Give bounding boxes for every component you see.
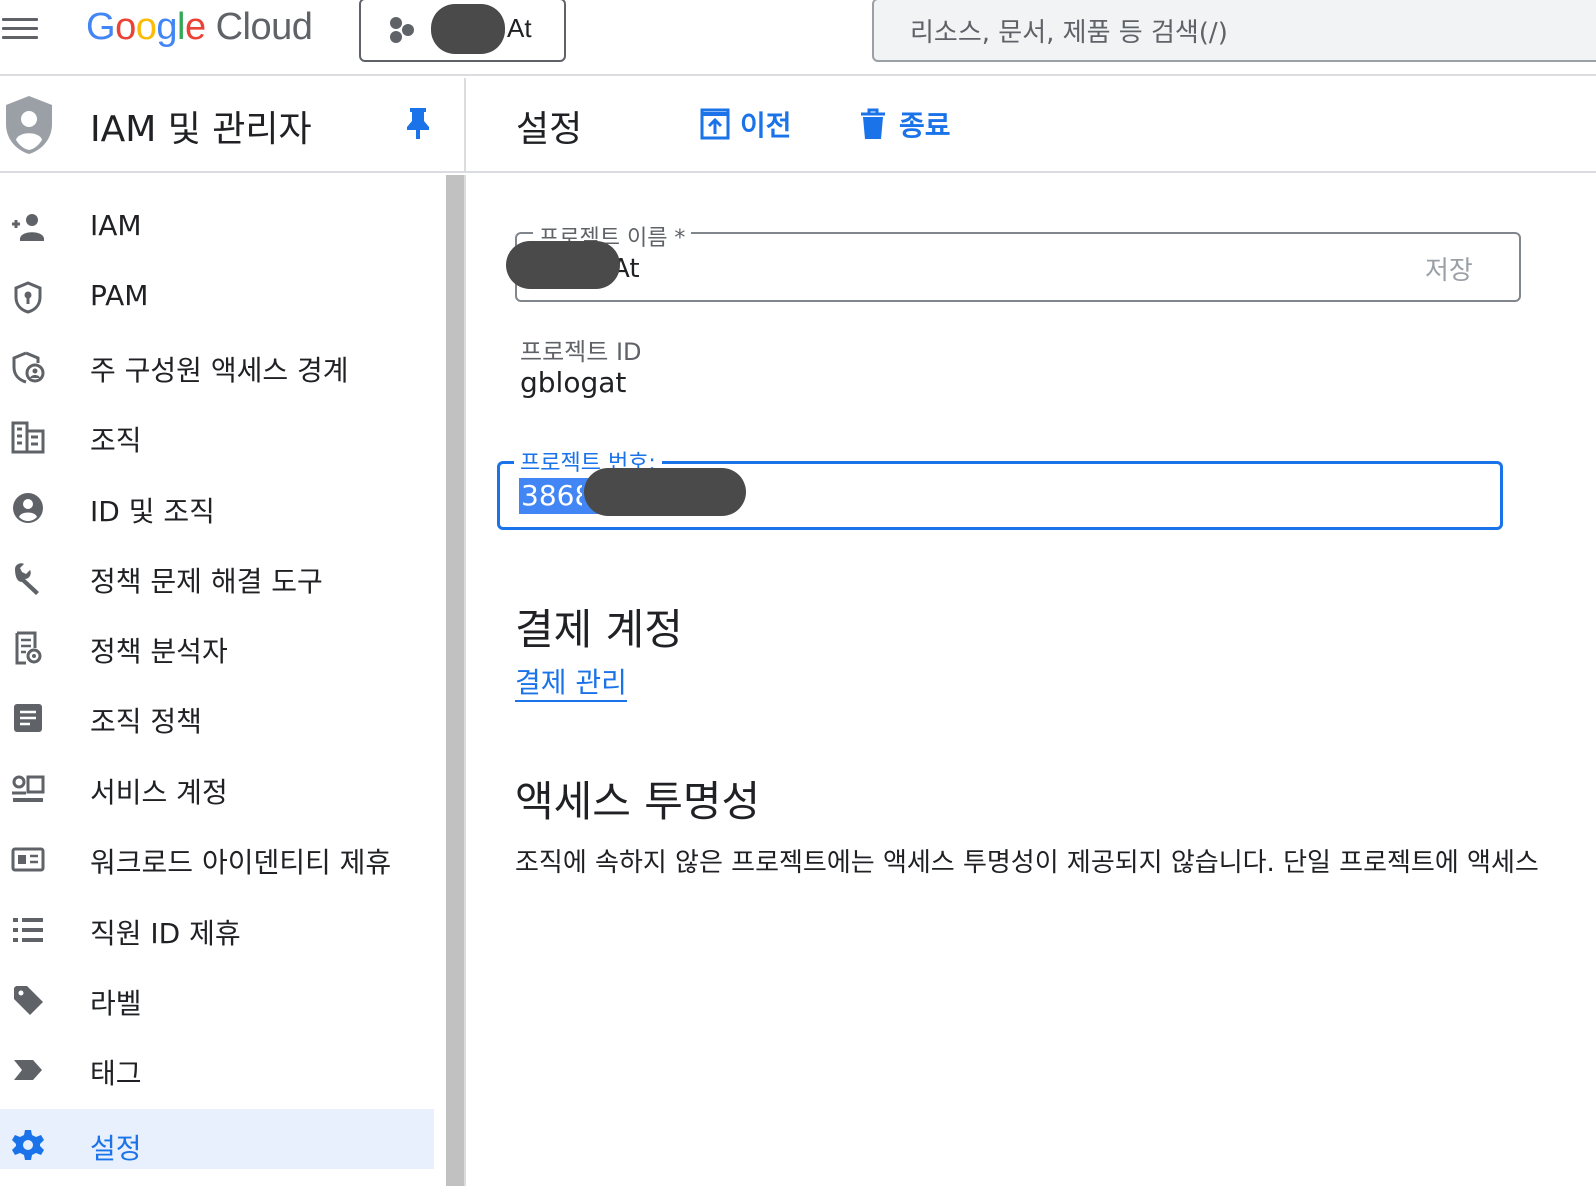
- sidebar-item-label: 태그: [90, 1057, 142, 1090]
- project-id-value: gblogat: [520, 366, 627, 399]
- sidebar-scrollbar[interactable]: [446, 175, 464, 1186]
- gear-icon: [12, 1130, 44, 1160]
- policy-doc-icon: [15, 631, 42, 665]
- service-account-icon: [12, 775, 45, 802]
- sidebar-item-service-accounts[interactable]: 서비스 계정: [0, 759, 434, 815]
- logo-cloud-text: Cloud: [215, 6, 313, 48]
- project-id-label: 프로젝트 ID: [520, 338, 642, 366]
- trash-icon: [861, 108, 885, 139]
- google-cloud-logo[interactable]: Google Cloud: [86, 2, 313, 52]
- search-placeholder: 리소스, 문서, 제품 등 검색(/): [910, 18, 1228, 48]
- upload-icon: [700, 108, 730, 140]
- page-title: 설정: [516, 109, 583, 150]
- sidebar-item-policy-troubleshooter[interactable]: 정책 문제 해결 도구: [0, 548, 434, 604]
- sidebar-nav: IAM PAM 주 구성원 액세스 경계 조직 ID 및 조직 정책 문제 해결…: [0, 175, 436, 1186]
- sidebar-item-label: ID 및 조직: [90, 495, 215, 528]
- redaction-mark: [431, 4, 505, 54]
- sidebar-divider: [464, 175, 466, 1186]
- access-transparency-heading: 액세스 투명성: [515, 777, 761, 826]
- sidebar-item-label: 조직: [90, 424, 142, 457]
- account-circle-icon: [13, 493, 43, 523]
- redaction-mark: [506, 241, 620, 289]
- sidebar-item-org-policies[interactable]: 조직 정책: [0, 688, 434, 744]
- pin-icon[interactable]: [404, 106, 432, 140]
- search-input[interactable]: 리소스, 문서, 제품 등 검색(/): [872, 0, 1596, 62]
- article-icon: [14, 704, 42, 732]
- sidebar-item-label: PAM: [90, 279, 149, 312]
- sidebar-item-label: IAM: [90, 209, 142, 242]
- logo-google-text: Google: [86, 6, 206, 48]
- sidebar-item-label: 주 구성원 액세스 경계: [90, 354, 349, 387]
- sidebar-item-label: 라벨: [90, 987, 142, 1020]
- sidebar-item-label: 워크로드 아이덴티티 제휴: [90, 846, 392, 879]
- sidebar-item-workforce-identity[interactable]: 직원 ID 제휴: [0, 900, 434, 956]
- sidebar-item-label: 직원 ID 제휴: [90, 917, 241, 950]
- sidebar-item-label: 서비스 계정: [90, 776, 228, 809]
- label-icon: [14, 986, 43, 1015]
- sidebar-item-iam[interactable]: IAM: [0, 197, 434, 253]
- redaction-mark: [584, 468, 746, 516]
- access-transparency-text: 조직에 속하지 않은 프로젝트에는 액세스 투명성이 제공되지 않습니다. 단일…: [515, 848, 1539, 878]
- building-icon: [11, 421, 45, 454]
- project-hexagon-icon: [390, 17, 414, 43]
- sidebar-title: IAM 및 관리자: [90, 109, 312, 150]
- tag-icon: [14, 1060, 42, 1080]
- sidebar-item-pam[interactable]: PAM: [0, 267, 434, 323]
- sidebar-item-organization[interactable]: 조직: [0, 407, 434, 463]
- project-name: At: [507, 13, 532, 43]
- sidebar-item-workload-identity[interactable]: 워크로드 아이덴티티 제휴: [0, 829, 434, 885]
- shield-person-icon: [12, 351, 45, 384]
- shield-lock-icon: [14, 281, 42, 314]
- sidebar-item-label: 정책 문제 해결 도구: [90, 565, 323, 598]
- sidebar-item-labels[interactable]: 라벨: [0, 970, 434, 1026]
- sidebar-header: IAM 및 관리자: [0, 78, 466, 173]
- billing-heading: 결제 계정: [515, 605, 683, 654]
- sidebar-item-label: 조직 정책: [90, 705, 202, 738]
- manage-billing-link[interactable]: 결제 관리: [515, 666, 627, 702]
- person-add-icon: [12, 214, 44, 241]
- sidebar-item-label: 정책 분석자: [90, 635, 228, 668]
- migrate-label: 이전: [740, 109, 792, 142]
- sidebar-item-policy-analyzer[interactable]: 정책 분석자: [0, 618, 434, 674]
- sidebar-item-label: 설정: [90, 1132, 142, 1165]
- shutdown-label: 종료: [899, 109, 951, 142]
- sidebar-item-settings[interactable]: 설정: [0, 1109, 434, 1169]
- sidebar-item-identity-org[interactable]: ID 및 조직: [0, 478, 434, 534]
- project-picker[interactable]: At: [359, 0, 566, 62]
- id-card-icon: [11, 847, 45, 872]
- save-button[interactable]: 저장: [1425, 250, 1473, 287]
- main-menu-button[interactable]: [2, 14, 42, 42]
- top-bar: Google Cloud At 리소스, 문서, 제품 등 검색(/): [0, 0, 1596, 76]
- wrench-icon: [15, 563, 39, 595]
- sidebar-item-principal-access-boundary[interactable]: 주 구성원 액세스 경계: [0, 337, 434, 393]
- list-icon: [13, 918, 43, 942]
- sidebar-item-tags[interactable]: 태그: [0, 1040, 434, 1096]
- page-header: 설정 이전 종료: [466, 78, 1596, 173]
- iam-shield-icon: [6, 96, 52, 154]
